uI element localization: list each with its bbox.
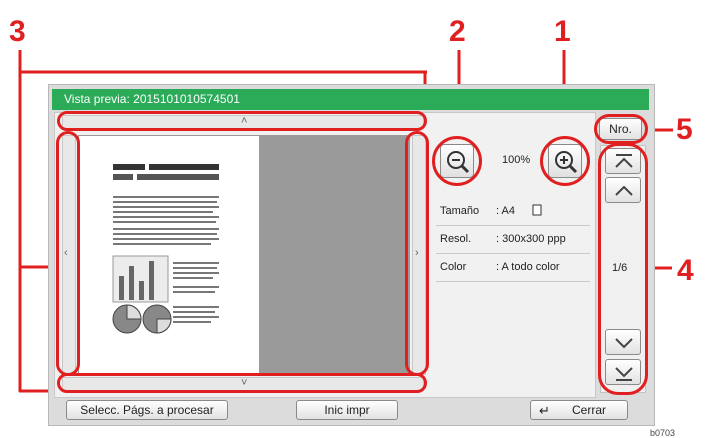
- close-button[interactable]: ↵ Cerrar: [530, 400, 628, 420]
- start-print-button[interactable]: Inic impr: [296, 400, 398, 420]
- highlight-left-scrollbar: [56, 131, 80, 376]
- highlight-bottom-scrollbar: [57, 373, 427, 393]
- select-pages-label: Selecc. Págs. a procesar: [80, 403, 214, 417]
- info-size: Tamaño : A4: [436, 197, 590, 226]
- highlight-right-scrollbar: [405, 131, 429, 376]
- info-color-value: : A todo color: [496, 261, 560, 273]
- highlight-zoom-out: [432, 136, 482, 186]
- zoom-level: 100%: [502, 154, 531, 166]
- return-icon: ↵: [539, 403, 550, 418]
- start-print-label: Inic impr: [324, 403, 370, 417]
- highlight-zoom-in: [540, 136, 590, 186]
- preview-background: [260, 135, 410, 373]
- info-resolution: Resol. : 300x300 ppp: [436, 225, 590, 254]
- info-color-label: Color: [440, 261, 467, 273]
- info-color: Color : A todo color: [436, 253, 590, 282]
- window-title: Vista previa: 2015101010574501: [64, 92, 240, 106]
- close-label: Cerrar: [571, 403, 606, 417]
- document-thumbnail: [112, 164, 219, 334]
- highlight-top-scrollbar: [57, 111, 427, 131]
- info-size-value: : A4: [496, 205, 515, 217]
- highlight-navigation: [598, 143, 648, 395]
- info-size-label: Tamaño: [440, 205, 480, 217]
- info-resolution-value: : 300x300 ppp: [496, 233, 566, 245]
- preview-page: [78, 135, 260, 375]
- title-bar: Vista previa: 2015101010574501: [52, 89, 649, 110]
- info-resolution-label: Resol.: [440, 233, 472, 245]
- highlight-number-button: [594, 114, 648, 144]
- select-pages-button[interactable]: Selecc. Págs. a procesar: [66, 400, 228, 420]
- portrait-page-icon: [532, 204, 542, 216]
